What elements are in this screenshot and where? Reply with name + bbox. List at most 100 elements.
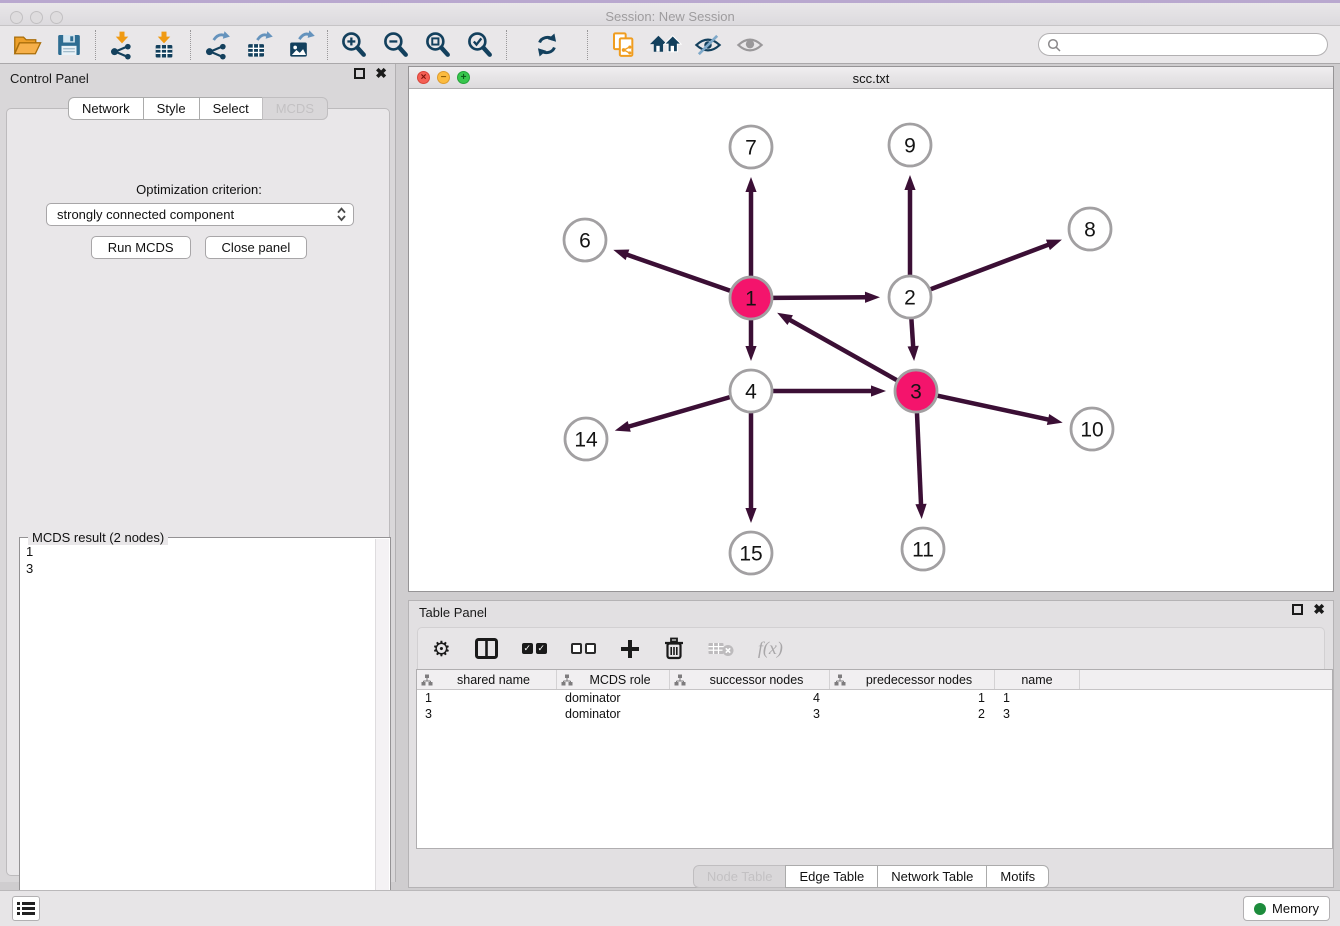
import-network-button[interactable] xyxy=(101,29,143,61)
graph-edge-3-11[interactable] xyxy=(917,413,921,506)
column-header-predecessor-nodes[interactable]: predecessor nodes xyxy=(830,670,995,689)
selected-option: strongly connected component xyxy=(57,207,336,222)
column-header-name[interactable]: name xyxy=(995,670,1080,689)
network-window-titlebar[interactable]: × − + scc.txt xyxy=(409,67,1333,89)
graph-node-label: 15 xyxy=(739,543,762,566)
tab-select[interactable]: Select xyxy=(199,97,263,120)
graph-node-label: 9 xyxy=(904,135,916,158)
table-header-row: shared name MCDS rolesuccessor nodesprede… xyxy=(417,670,1332,690)
mcds-result-title: MCDS result (2 nodes) xyxy=(28,530,168,545)
eye-icon xyxy=(735,32,765,58)
tab-network-table[interactable]: Network Table xyxy=(877,865,987,888)
optimization-criterion-label: Optimization criterion: xyxy=(7,182,391,197)
save-session-button[interactable] xyxy=(48,29,90,61)
memory-button[interactable]: Memory xyxy=(1243,896,1330,921)
edge-arrowhead-icon xyxy=(908,346,919,361)
delete-column-button[interactable] xyxy=(664,637,684,660)
graph-node-label: 11 xyxy=(912,539,934,562)
task-history-button[interactable] xyxy=(12,896,40,921)
hide-graphics-button[interactable] xyxy=(687,29,729,61)
close-panel-button[interactable]: Close panel xyxy=(205,236,308,259)
graph-edge-2-3[interactable] xyxy=(911,319,913,348)
select-arrows-icon xyxy=(336,207,347,222)
tab-node-table[interactable]: Node Table xyxy=(693,865,787,888)
close-table-panel-icon[interactable]: ✖ xyxy=(1313,604,1325,615)
network-file-button[interactable] xyxy=(603,29,645,61)
mcds-tab-content: Optimization criterion: strongly connect… xyxy=(6,108,390,876)
graph-node-label: 1 xyxy=(745,288,757,311)
import-network-icon xyxy=(107,30,137,60)
edge-arrowhead-icon xyxy=(904,175,915,190)
result-scrollbar[interactable] xyxy=(375,539,389,893)
optimization-criterion-select[interactable]: strongly connected component xyxy=(46,203,354,226)
zoom-selected-icon xyxy=(465,30,495,60)
trash-icon xyxy=(664,637,684,660)
graph-edge-1-2[interactable] xyxy=(773,297,867,298)
column-hierarchy-icon xyxy=(561,674,573,686)
zoom-selected-button[interactable] xyxy=(459,29,501,61)
zoom-out-icon xyxy=(381,30,411,60)
graph-edge-4-14[interactable] xyxy=(627,397,730,427)
graph-edge-3-10[interactable] xyxy=(938,396,1050,420)
columns-icon xyxy=(475,638,498,659)
edge-arrowhead-icon xyxy=(865,292,880,303)
node-table: shared name MCDS rolesuccessor nodesprede… xyxy=(416,669,1333,849)
float-table-panel-icon[interactable] xyxy=(1292,604,1303,615)
add-column-button[interactable] xyxy=(620,639,640,659)
mcds-result-box: MCDS result (2 nodes) 13 xyxy=(19,537,391,915)
graph-edge-1-6[interactable] xyxy=(626,254,731,291)
home-button[interactable] xyxy=(645,29,687,61)
refresh-network-button[interactable] xyxy=(526,29,568,61)
select-all-rows-button[interactable]: ✓ ✓ xyxy=(522,643,547,654)
search-input[interactable] xyxy=(1038,33,1328,56)
function-builder-button[interactable]: f(x) xyxy=(758,638,783,659)
unchecked-checkbox-icon xyxy=(585,643,596,654)
column-header-label: shared name xyxy=(435,673,552,687)
deselect-all-rows-button[interactable] xyxy=(571,643,596,654)
export-image-icon xyxy=(286,30,316,60)
network-canvas[interactable]: 7968124314101511 xyxy=(409,89,1333,591)
column-view-button[interactable] xyxy=(475,638,498,659)
export-table-icon xyxy=(244,30,274,60)
tab-edge-table[interactable]: Edge Table xyxy=(785,865,878,888)
export-image-button[interactable] xyxy=(280,29,322,61)
zoom-out-button[interactable] xyxy=(375,29,417,61)
table-row[interactable]: 1dominator411 xyxy=(417,690,1332,706)
open-session-button[interactable] xyxy=(6,29,48,61)
tab-network[interactable]: Network xyxy=(68,97,144,120)
show-graphics-button[interactable] xyxy=(729,29,771,61)
delete-table-button[interactable] xyxy=(708,640,734,657)
column-header-shared-name[interactable]: shared name xyxy=(417,670,557,689)
table-panel: Table Panel ✖ ⚙ ✓ ✓ xyxy=(408,600,1334,888)
zoom-in-icon xyxy=(339,30,369,60)
export-network-button[interactable] xyxy=(196,29,238,61)
table-settings-button[interactable]: ⚙ xyxy=(432,637,451,661)
zoom-fit-button[interactable] xyxy=(417,29,459,61)
eye-slash-icon xyxy=(693,32,723,58)
tab-style[interactable]: Style xyxy=(143,97,200,120)
column-hierarchy-icon xyxy=(834,674,846,686)
tab-mcds[interactable]: MCDS xyxy=(262,97,328,120)
zoom-fit-icon xyxy=(423,30,453,60)
table-row[interactable]: 3dominator323 xyxy=(417,706,1332,722)
graph-edge-3-1[interactable] xyxy=(788,319,896,380)
memory-label: Memory xyxy=(1272,901,1319,916)
edge-arrowhead-icon xyxy=(777,313,793,325)
close-panel-icon[interactable]: ✖ xyxy=(375,68,387,79)
column-hierarchy-icon xyxy=(421,674,433,686)
tab-motifs[interactable]: Motifs xyxy=(986,865,1049,888)
table-toolbar: ⚙ ✓ ✓ xyxy=(417,627,1325,669)
table-cell: 3 xyxy=(417,706,557,722)
delete-table-icon xyxy=(708,640,734,657)
column-header-successor-nodes[interactable]: successor nodes xyxy=(670,670,830,689)
float-panel-icon[interactable] xyxy=(354,68,365,79)
column-header-MCDS-role[interactable]: MCDS role xyxy=(557,670,670,689)
zoom-in-button[interactable] xyxy=(333,29,375,61)
import-table-button[interactable] xyxy=(143,29,185,61)
graph-edge-2-8[interactable] xyxy=(931,244,1050,289)
edge-arrowhead-icon xyxy=(613,250,629,261)
table-panel-title: Table Panel xyxy=(419,605,487,620)
run-mcds-button[interactable]: Run MCDS xyxy=(91,236,191,259)
export-table-button[interactable] xyxy=(238,29,280,61)
table-cell: 4 xyxy=(670,690,830,706)
